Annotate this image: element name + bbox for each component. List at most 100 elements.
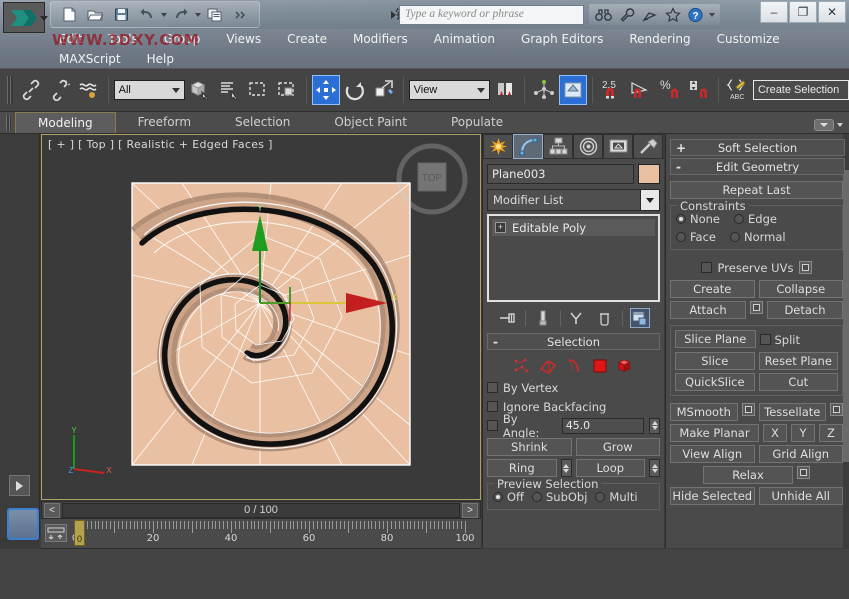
app-logo-icon[interactable] [3,2,45,33]
by-angle-checkbox[interactable] [487,420,498,431]
rollout-header-selection[interactable]: - Selection [487,333,660,350]
ribbon-minimize-pill[interactable] [814,119,834,131]
select-link-icon[interactable] [17,75,45,105]
tessellate-button[interactable]: Tessellate [759,403,827,421]
menu-item-group[interactable]: Group [151,29,214,49]
select-object-icon[interactable] [186,75,214,105]
wrench-icon[interactable] [617,5,636,24]
unhide-all-button[interactable]: Unhide All [759,487,844,505]
new-file-icon[interactable] [57,4,81,26]
window-crossing-icon[interactable] [273,75,301,105]
constraint-face-radio[interactable] [676,232,686,242]
modifier-stack-item[interactable]: + Editable Poly [492,219,655,236]
prev-frame-arrow[interactable]: < [44,503,60,518]
rollout-header-edit-geometry[interactable]: - Edit Geometry [670,158,845,175]
panel-scrollbar-thumb[interactable] [843,170,849,462]
expand-arrow-icon[interactable] [9,475,30,496]
tessellate-settings-icon[interactable] [830,403,843,416]
bind-space-warp-icon[interactable] [75,75,103,105]
menu-item-edit[interactable]: Edit [46,29,95,49]
undo-dropdown-icon[interactable] [161,13,167,17]
grow-button[interactable]: Grow [576,438,661,456]
preview-off-option[interactable]: Off [493,490,524,504]
satellite-dish-icon[interactable] [640,5,659,24]
remove-modifier-icon[interactable] [595,308,615,328]
menu-item-rendering[interactable]: Rendering [616,29,703,49]
star-icon[interactable] [663,5,682,24]
rect-select-region-icon[interactable] [244,75,272,105]
help-dropdown-icon[interactable] [709,13,715,17]
menu-item-animation[interactable]: Animation [421,29,508,49]
undo-icon[interactable] [135,4,159,26]
preview-off-radio[interactable] [493,492,503,502]
by-angle-spinner[interactable] [649,418,660,434]
by-vertex-checkbox[interactable] [487,382,498,393]
snap-toggle-icon[interactable] [559,75,587,105]
select-and-rotate-icon[interactable] [341,75,369,105]
object-color-swatch[interactable] [638,164,660,184]
create-button[interactable]: Create [670,280,755,298]
relax-button[interactable]: Relax [703,466,793,484]
utilities-tab-icon[interactable] [633,134,663,159]
msmooth-button[interactable]: MSmooth [670,403,738,421]
viewcube[interactable]: TOP [396,143,468,215]
preserve-uvs-row[interactable]: Preserve UVs [670,258,843,277]
grid-align-button[interactable]: Grid Align [759,445,844,463]
view-align-button[interactable]: View Align [670,445,755,463]
rollout-expander-edit-geometry[interactable]: - [676,160,681,174]
make-planar-button[interactable]: Make Planar [670,424,759,442]
constraint-normal-radio[interactable] [730,232,740,242]
reference-coordinate-combo[interactable]: View [409,80,491,100]
relax-settings-icon[interactable] [797,466,810,479]
make-planar-x-button[interactable]: X [763,424,787,442]
vertex-subobject-icon[interactable] [512,357,532,376]
ignore-backfacing-checkbox[interactable] [487,401,498,412]
preview-multi-radio[interactable] [595,492,605,502]
save-file-icon[interactable] [109,4,133,26]
by-angle-row[interactable]: By Angle: 45.0 [487,416,660,435]
configure-modifier-sets-icon[interactable] [630,308,650,328]
viewport-top[interactable]: [ + ] [ Top ] [ Realistic + Edged Faces … [41,134,481,500]
slice-button[interactable]: Slice [675,352,755,370]
qat-overflow-icon[interactable] [229,4,253,26]
tab-populate[interactable]: Populate [429,112,525,133]
help-icon[interactable]: ? [686,5,705,24]
display-tab-icon[interactable] [603,134,633,159]
constraint-edge-radio[interactable] [734,214,744,224]
constraint-none-option[interactable]: None [676,212,720,226]
panel-scrollbar-track[interactable] [843,134,849,548]
menu-item-graph-editors[interactable]: Graph Editors [508,29,616,49]
select-by-name-icon[interactable] [215,75,243,105]
pin-stack-icon[interactable] [498,308,518,328]
element-subobject-icon[interactable] [616,357,636,376]
make-planar-z-button[interactable]: Z [819,424,843,442]
unlink-icon[interactable] [46,75,74,105]
menu-item-maxscript[interactable]: MAXScript [46,49,134,68]
menu-item-views[interactable]: Views [213,29,274,49]
by-vertex-row[interactable]: By Vertex [487,378,660,397]
by-angle-field[interactable]: 45.0 [562,418,645,434]
attach-button[interactable]: Attach [670,301,746,319]
key-mode-toggle-icon[interactable] [45,524,67,542]
modifier-list-dropdown[interactable]: Modifier List [487,189,660,211]
rollout-header-soft-selection[interactable]: + Soft Selection [670,139,845,156]
use-pivot-point-center-icon[interactable] [491,75,519,105]
quickslice-button[interactable]: QuickSlice [675,373,755,391]
menu-item-customize[interactable]: Customize [704,29,793,49]
polygon-subobject-icon[interactable] [590,357,610,376]
border-subobject-icon[interactable] [564,357,584,376]
preserve-uvs-checkbox[interactable] [701,262,712,273]
redo-icon[interactable] [169,4,193,26]
msmooth-settings-icon[interactable] [742,403,755,416]
angle-snap-icon[interactable] [627,75,655,105]
show-end-result-icon[interactable] [533,308,553,328]
chevron-down-icon[interactable] [837,123,843,127]
slice-plane-button[interactable]: Slice Plane [675,330,756,348]
redo-dropdown-icon[interactable] [195,13,201,17]
split-checkbox[interactable] [760,334,771,345]
detach-button[interactable]: Detach [767,301,843,319]
close-button[interactable]: ✕ [818,1,846,23]
project-folder-icon[interactable] [203,4,227,26]
time-slider-handle[interactable]: 0 [74,520,85,546]
repeat-last-button[interactable]: Repeat Last [670,181,843,199]
